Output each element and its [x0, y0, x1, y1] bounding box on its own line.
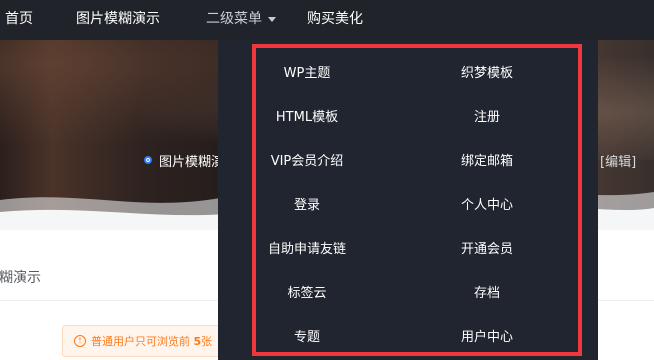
dropdown-item-wp-theme[interactable]: WP主题: [232, 62, 382, 86]
nav-item-home[interactable]: 首页: [5, 0, 33, 40]
dropdown-item-archive[interactable]: 存档: [412, 282, 562, 306]
dropdown-item-tag-cloud[interactable]: 标签云: [232, 282, 382, 306]
notice-text-tail: 张: [201, 335, 213, 348]
breadcrumb[interactable]: 图片模糊演: [159, 151, 224, 170]
edit-link[interactable]: [编辑]: [600, 151, 636, 170]
chevron-down-icon: [268, 17, 276, 22]
dropdown-item-bind-email[interactable]: 绑定邮箱: [412, 150, 562, 174]
top-navigation-bar: 首页 图片模糊演示 二级菜单 购买美化: [0, 0, 654, 40]
location-radio-icon: [144, 156, 152, 164]
notice-number: 5: [193, 335, 202, 348]
dropdown-item-login[interactable]: 登录: [232, 194, 382, 218]
nav-item-image-blur-demo[interactable]: 图片模糊演示: [76, 0, 160, 40]
nav-item-secondary-menu[interactable]: 二级菜单: [206, 0, 262, 40]
dropdown-item-vip-intro[interactable]: VIP会员介绍: [232, 150, 382, 174]
nav-item-purchase-beautify[interactable]: 购买美化: [307, 0, 363, 40]
notice-text: 普通用户只可浏览前 5张: [91, 333, 212, 349]
dropdown-item-user-center[interactable]: 用户中心: [412, 326, 562, 350]
dropdown-item-dede-template[interactable]: 织梦模板: [412, 62, 562, 86]
dropdown-item-open-membership[interactable]: 开通会员: [412, 238, 562, 262]
notice-text-main: 普通用户只可浏览前: [91, 335, 190, 348]
page-title: 糊演示: [0, 270, 41, 286]
dropdown-item-profile-center[interactable]: 个人中心: [412, 194, 562, 218]
dropdown-item-friend-link[interactable]: 自助申请友链: [232, 238, 382, 262]
dropdown-item-register[interactable]: 注册: [412, 106, 562, 130]
dropdown-item-html-template[interactable]: HTML模板: [232, 106, 382, 130]
info-icon: !: [74, 335, 86, 347]
dropdown-item-topic[interactable]: 专题: [232, 326, 382, 350]
